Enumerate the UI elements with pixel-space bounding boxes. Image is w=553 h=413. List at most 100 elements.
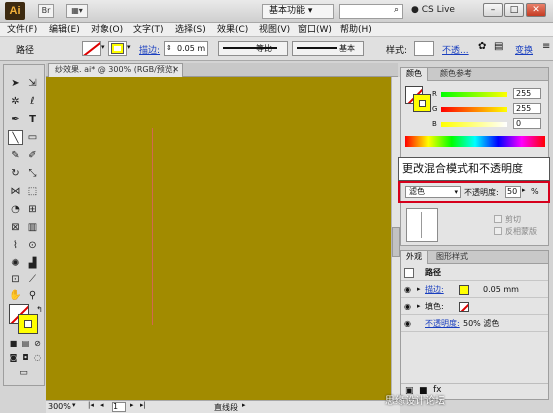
menu-object[interactable]: 对象(O) [91,24,123,36]
scale-tool-icon[interactable]: ⤡ [25,166,40,181]
status-menu-icon[interactable]: ▸ [242,401,246,409]
zoom-dropdown-icon[interactable]: ▾ [72,401,76,409]
appearance-stroke-row[interactable]: ◉ ▸ 描边: 0.05 mm [401,282,548,298]
b-value-input[interactable]: 0 [513,118,541,129]
menu-view[interactable]: 视图(V) [259,24,290,36]
mesh-tool-icon[interactable]: ⊠ [8,220,23,235]
tab-color[interactable]: 颜色 [401,68,428,81]
status-text[interactable]: 直线段 [214,402,238,413]
stepper-icon[interactable]: ⇕ [166,42,172,55]
menu-effect[interactable]: 效果(C) [217,24,248,36]
r-slider[interactable] [441,92,507,97]
color-spectrum[interactable] [405,136,545,147]
screen-mode-icon[interactable]: ▭ [16,366,31,381]
close-button[interactable]: ✕ [526,3,546,17]
menu-edit[interactable]: 编辑(E) [49,24,80,36]
appearance-opacity-link[interactable]: 不透明度: [425,316,460,331]
menu-select[interactable]: 选择(S) [175,24,206,36]
type-tool-icon[interactable]: T [25,112,40,127]
eye-icon[interactable]: ◉ [404,319,413,328]
r-value-input[interactable]: 255 [513,88,541,99]
object-thumbnail[interactable] [406,208,438,242]
cs-live[interactable]: ● CS Live [411,5,455,15]
stroke-link[interactable]: 描边: [139,43,160,56]
rotate-tool-icon[interactable]: ↻ [8,166,23,181]
document-tab[interactable]: 纱效果. ai* @ 300% (RGB/预览) ✕ [48,63,183,77]
artboard-tool-icon[interactable]: ⊡ [8,272,23,287]
appearance-fill-row[interactable]: ◉ ▸ 填色: [401,299,548,315]
next-artboard-icon[interactable]: ▸ [130,401,134,409]
last-artboard-icon[interactable]: ▸| [140,401,146,409]
stroke-swatch[interactable] [108,41,127,56]
zoom-level[interactable]: 300% [48,402,71,411]
maximize-button[interactable]: □ [504,3,524,17]
workspace-switcher[interactable]: 基本功能 ▾ [262,4,334,19]
appearance-stroke-swatch[interactable] [459,285,469,295]
arrange-documents-icon[interactable]: ▦▾ [66,4,88,18]
direct-selection-tool-icon[interactable]: ⇲ [25,76,40,91]
line-segment-tool-icon[interactable]: ╲ [8,130,23,145]
perspective-grid-tool-icon[interactable]: ⊞ [25,202,40,217]
graphic-style-picker[interactable] [414,41,434,56]
vertical-scrollbar[interactable] [391,77,400,400]
clip-checkbox[interactable] [494,215,502,223]
tab-graphic-styles[interactable]: 图形样式 [431,251,473,264]
opacity-link[interactable]: 不透... [442,43,469,56]
eye-icon[interactable]: ◉ [404,285,413,294]
fill-swatch-none[interactable] [82,41,101,56]
eye-icon[interactable]: ◉ [404,302,413,311]
prev-artboard-icon[interactable]: ◂ [100,401,104,409]
swap-fill-stroke-icon[interactable]: ↰ [32,302,47,317]
zoom-tool-icon[interactable]: ⚲ [25,288,40,303]
tab-color-guide[interactable]: 颜色参考 [435,68,477,81]
draw-inside-icon[interactable]: ◌ [30,350,45,365]
selected-path[interactable] [152,128,153,325]
pen-tool-icon[interactable]: ✒ [8,112,23,127]
scrollbar-thumb[interactable] [392,227,400,257]
width-tool-icon[interactable]: ⋈ [8,184,23,199]
menu-help[interactable]: 帮助(H) [340,24,372,36]
g-slider[interactable] [441,107,507,112]
blend-tool-icon[interactable]: ⊙ [25,238,40,253]
invert-mask-checkbox[interactable] [494,227,502,235]
gradient-tool-icon[interactable]: ▥ [25,220,40,235]
shape-builder-tool-icon[interactable]: ◔ [8,202,23,217]
slice-tool-icon[interactable]: ⟋ [25,272,40,287]
menu-file[interactable]: 文件(F) [7,24,37,36]
dropdown-arrow-icon[interactable]: ▾ [101,43,105,51]
menu-window[interactable]: 窗口(W) [298,24,332,36]
lasso-tool-icon[interactable]: ℓ [25,94,40,109]
align-icon[interactable]: ▤ [494,41,503,52]
bridge-icon[interactable]: Br [38,4,54,18]
free-transform-tool-icon[interactable]: ⬚ [25,184,40,199]
variable-width-profile[interactable] [218,41,288,56]
dropdown-arrow-icon[interactable]: ▾ [127,43,131,51]
artboard-number[interactable]: 1 [112,402,126,412]
rectangle-tool-icon[interactable]: ▭ [25,130,40,145]
paintbrush-tool-icon[interactable]: ✎ [8,148,23,163]
recolor-icon[interactable]: ✿ [478,41,486,52]
pencil-tool-icon[interactable]: ✐ [25,148,40,163]
minimize-button[interactable]: – [483,3,503,17]
close-tab-icon[interactable]: ✕ [172,64,179,76]
expand-arrow-icon[interactable]: ▸ [417,299,421,314]
transform-link[interactable]: 变换 [515,43,533,56]
b-slider[interactable] [441,122,507,127]
appearance-fill-swatch[interactable] [459,302,469,312]
hand-tool-icon[interactable]: ✋ [8,288,23,303]
selection-tool-icon[interactable]: ➤ [8,76,23,91]
appearance-stroke-link[interactable]: 描边: [425,282,444,297]
appearance-opacity-row[interactable]: ◉ 不透明度: 50% 滤色 [401,316,548,332]
symbol-sprayer-tool-icon[interactable]: ✺ [8,256,23,271]
expand-arrow-icon[interactable]: ▸ [417,282,421,297]
artboard-canvas[interactable] [46,77,391,400]
stroke-proxy[interactable] [18,314,38,334]
stroke-weight-input[interactable]: ⇕ 0.05 m [164,41,208,56]
color-stroke-proxy[interactable] [413,94,431,112]
none-mode-icon[interactable]: ⊘ [30,336,45,351]
magic-wand-tool-icon[interactable]: ✲ [8,94,23,109]
search-input[interactable]: ⌕ [339,4,403,19]
tab-appearance[interactable]: 外观 [401,251,428,264]
menu-type[interactable]: 文字(T) [133,24,164,36]
eyedropper-tool-icon[interactable]: ⌇ [8,238,23,253]
